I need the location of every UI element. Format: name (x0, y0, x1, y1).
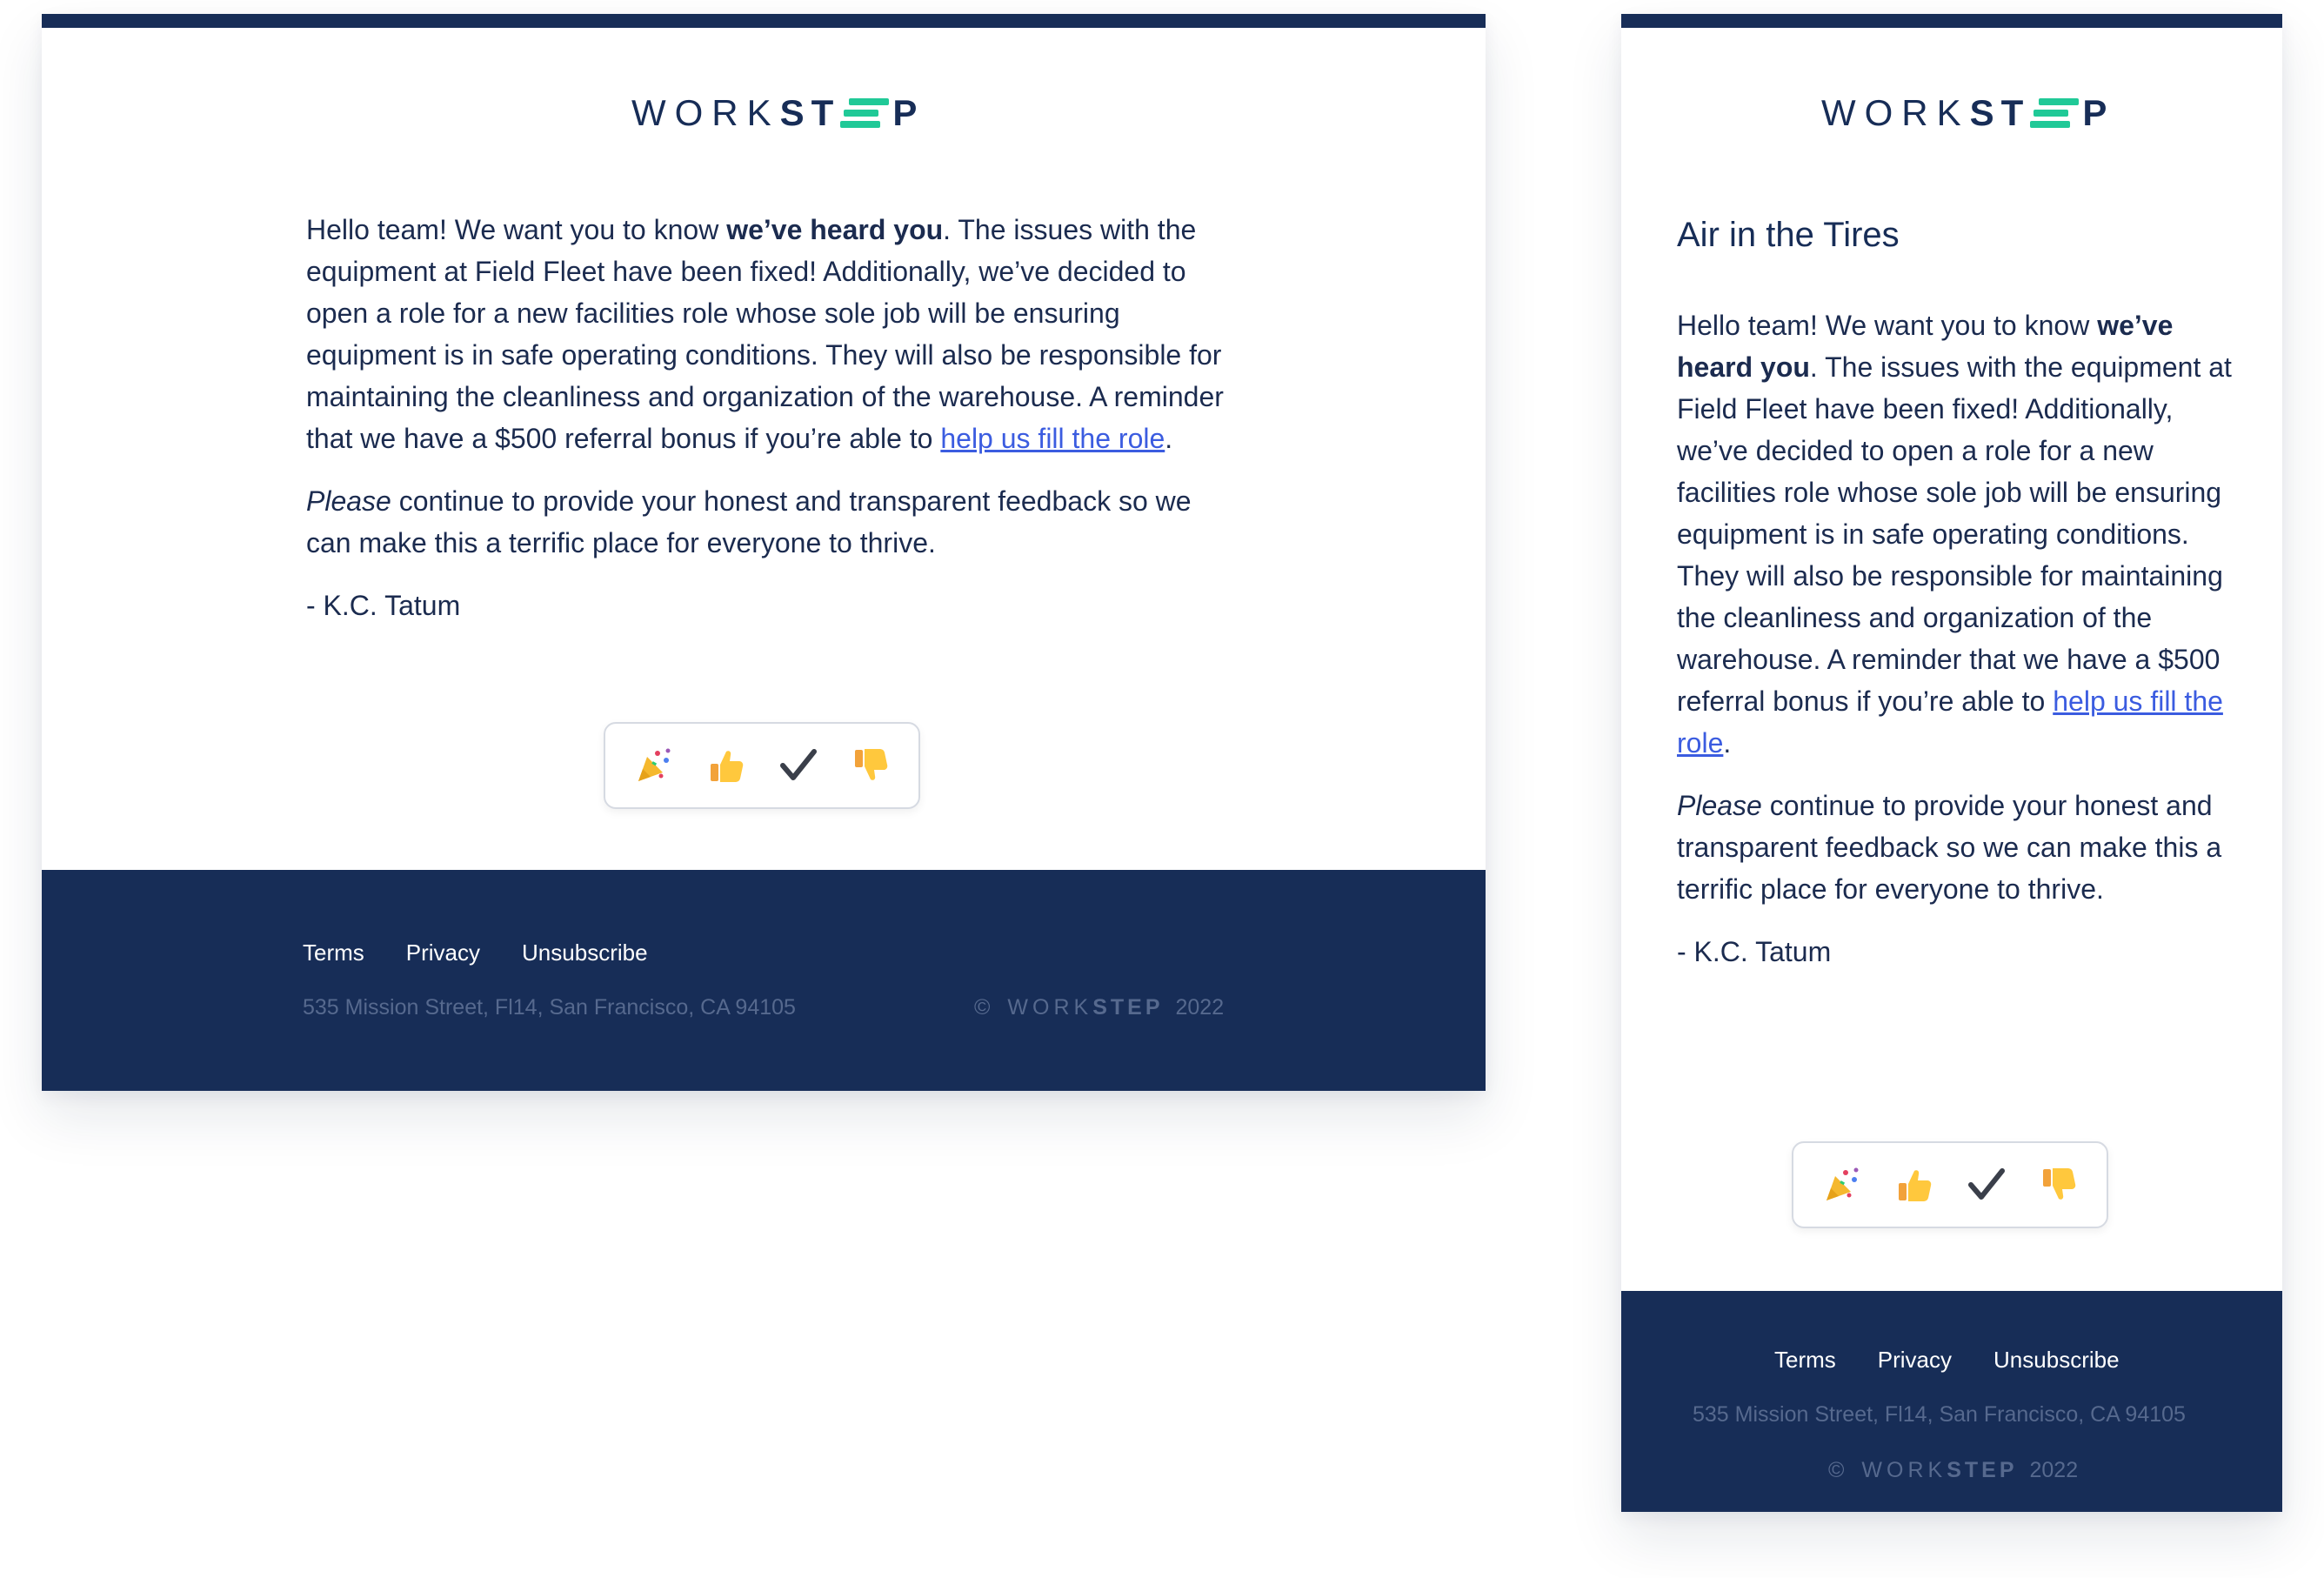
workstep-logo: WORK ST P (631, 92, 925, 133)
thumbs-down-icon[interactable] (843, 738, 898, 793)
email-body: Hello team! We want you to know we’ve he… (306, 209, 1228, 647)
thumbs-down-icon[interactable] (2031, 1157, 2087, 1213)
footer-links: Terms Privacy Unsubscribe (1774, 1347, 2120, 1374)
header-bar (42, 14, 1486, 28)
fill-role-link[interactable]: help us fill the role (940, 423, 1165, 454)
workstep-logo: WORK ST P (1821, 92, 2114, 133)
paragraph-main: Hello team! We want you to know we’ve he… (1677, 310, 2232, 759)
check-mark-icon[interactable] (1959, 1157, 2014, 1213)
logo-e-mark-icon (840, 98, 890, 128)
email-title: Air in the Tires (1677, 216, 1900, 254)
unsubscribe-link[interactable]: Unsubscribe (522, 939, 648, 966)
footer-copyright: © WORK STEP 2022 (974, 995, 1225, 1020)
logo-e-mark-icon (2030, 98, 2080, 128)
email-footer: Terms Privacy Unsubscribe 535 Mission St… (42, 870, 1486, 1091)
signature: - K.C. Tatum (306, 590, 461, 621)
party-popper-icon[interactable] (626, 738, 682, 793)
footer-address: 535 Mission Street, Fl14, San Francisco,… (1693, 1402, 2186, 1427)
footer-address: 535 Mission Street, Fl14, San Francisco,… (303, 995, 796, 1020)
reactions-bar (604, 722, 920, 809)
header-bar (1621, 14, 2282, 28)
paragraph-main: Hello team! We want you to know we’ve he… (306, 214, 1224, 454)
thumbs-up-icon[interactable] (1887, 1157, 1942, 1213)
unsubscribe-link[interactable]: Unsubscribe (1993, 1347, 2120, 1374)
privacy-link[interactable]: Privacy (1878, 1347, 1952, 1374)
desktop-email-card: WORK ST P Hello team! We want you to kno… (42, 14, 1486, 1091)
paragraph-feedback: Please continue to provide your honest a… (1677, 790, 2222, 905)
privacy-link[interactable]: Privacy (406, 939, 480, 966)
signature: - K.C. Tatum (1677, 936, 1832, 967)
email-body: Hello team! We want you to know we’ve he… (1677, 304, 2234, 993)
footer-links: Terms Privacy Unsubscribe (303, 939, 648, 966)
check-mark-icon[interactable] (771, 738, 826, 793)
paragraph-feedback: Please continue to provide your honest a… (306, 485, 1192, 558)
terms-link[interactable]: Terms (1774, 1347, 1836, 1374)
email-footer: Terms Privacy Unsubscribe 535 Mission St… (1621, 1291, 2282, 1512)
reactions-bar (1792, 1141, 2108, 1228)
footer-copyright: © WORK STEP 2022 (1828, 1458, 2079, 1482)
party-popper-icon[interactable] (1814, 1157, 1870, 1213)
thumbs-up-icon[interactable] (698, 738, 754, 793)
terms-link[interactable]: Terms (303, 939, 364, 966)
mobile-email-card: WORK ST P Air in the Tires Hello team! W… (1621, 14, 2282, 1512)
